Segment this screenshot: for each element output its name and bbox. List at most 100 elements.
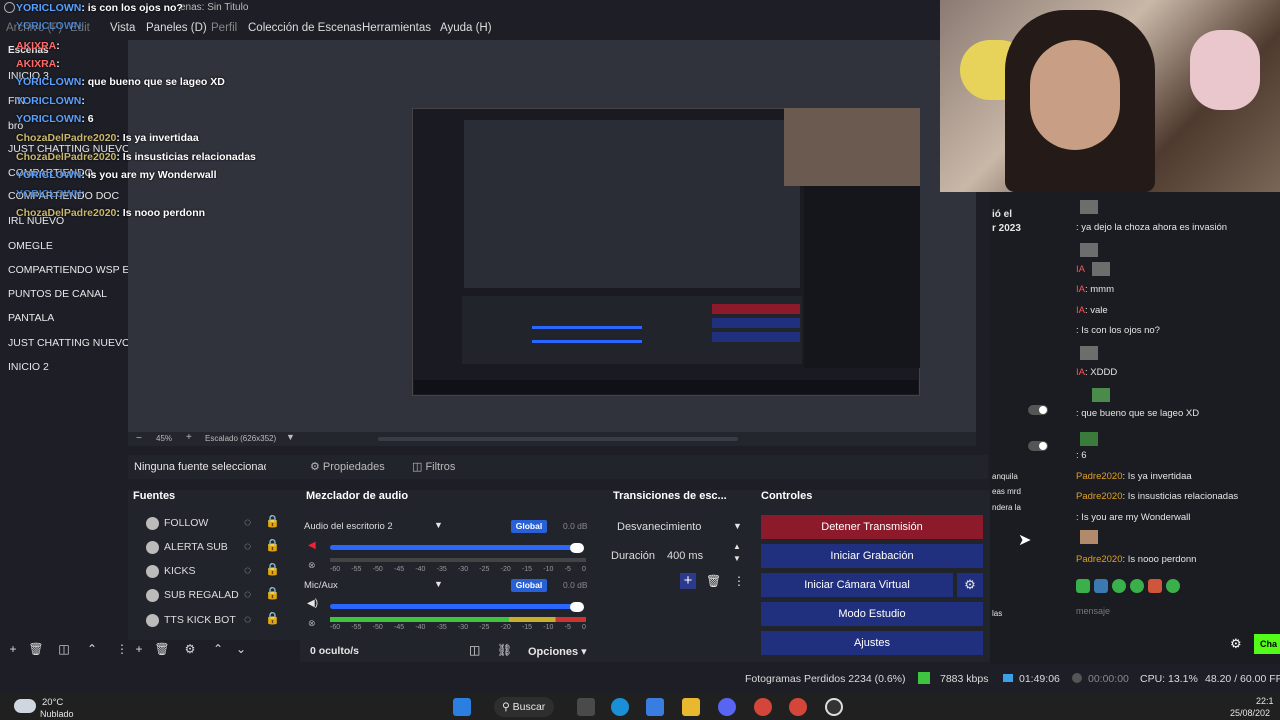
start-virtual-camera-button[interactable]: Iniciar Cámara Virtual <box>761 573 953 597</box>
muted-speaker-icon[interactable]: ◀ <box>308 540 316 551</box>
scene-item[interactable]: PANTALA <box>8 312 54 324</box>
toggle-switch[interactable] <box>1028 405 1048 415</box>
obs-icon[interactable] <box>825 698 843 716</box>
menu-tools[interactable]: Herramientas <box>362 22 431 34</box>
volume-knob[interactable] <box>570 543 584 553</box>
chevron-down-icon[interactable]: ▼ <box>733 521 742 531</box>
zoom-bar: − 45% + Escalado (626x352) ▼ <box>128 432 976 446</box>
add-transition-icon[interactable]: + <box>680 573 696 589</box>
meter-ticks: -60 -55 -50 -45 -40 -35 -30 -25 -20 -15 -10 -5 0 <box>330 624 586 631</box>
chat-input[interactable]: mensaje <box>1076 606 1110 616</box>
volume-slider[interactable] <box>330 545 580 550</box>
trash-icon[interactable]: 🗑 <box>28 642 44 658</box>
record-icon <box>1072 673 1082 683</box>
lock-icon[interactable]: 🔒 <box>265 514 280 528</box>
link-icon[interactable]: ⛓ <box>497 643 512 657</box>
scene-item[interactable]: INICIO 2 <box>8 361 49 373</box>
source-toolbar: Ninguna fuente seleccionada ⚙ Propiedade… <box>128 455 988 479</box>
lock-icon[interactable]: 🔒 <box>265 586 280 600</box>
gear-icon[interactable]: ⚙ <box>1230 636 1242 652</box>
chat-send-button[interactable]: Cha <box>1254 634 1280 654</box>
menu-view[interactable]: Vista <box>110 22 135 34</box>
volume-slider[interactable] <box>330 604 580 609</box>
settings-button[interactable]: Ajustes <box>761 631 983 655</box>
start-recording-button[interactable]: Iniciar Grabación <box>761 544 983 568</box>
chevron-up-icon[interactable]: ⌃ <box>84 642 100 658</box>
chevron-down-icon[interactable]: ⌄ <box>233 642 249 658</box>
options-button[interactable]: Opciones ▾ <box>528 645 587 658</box>
chevron-down-icon[interactable]: ▼ <box>434 520 443 530</box>
properties-button[interactable]: ⚙ Propiedades <box>310 460 385 473</box>
menu-help[interactable]: Ayuda (H) <box>440 22 492 34</box>
eye-icon[interactable]: ◌ <box>244 587 251 601</box>
chevron-down-icon[interactable]: ▼ <box>434 579 443 589</box>
windows-taskbar: 20°C Nublado ⚲ Buscar 22:1 25/08/202 <box>0 694 1280 720</box>
dropped-frames: Fotogramas Perdidos 2234 (0.6%) <box>745 673 906 685</box>
store-icon[interactable] <box>646 698 664 716</box>
db-readout: 0.0 dB <box>563 580 588 590</box>
gear-icon: ⚙ <box>310 461 323 473</box>
weather-desc: Nublado <box>40 709 74 719</box>
scene-item[interactable]: OMEGLE <box>8 240 53 252</box>
more-icon[interactable]: ⋮ <box>114 642 130 658</box>
emote <box>1080 432 1098 446</box>
record-time: 00:00:00 <box>1088 673 1129 685</box>
meter-ticks: -60 -55 -50 -45 -40 -35 -30 -25 -20 -15 -10 -5 0 <box>330 566 586 573</box>
windows-start-icon[interactable] <box>453 698 471 716</box>
filter-icon[interactable]: ◫ <box>56 642 72 658</box>
horizontal-scrollbar[interactable] <box>378 437 738 441</box>
live-time: 01:49:06 <box>1019 673 1060 685</box>
lock-icon[interactable]: 🔒 <box>265 538 280 552</box>
studio-mode-button[interactable]: Modo Estudio <box>761 602 983 626</box>
lock-icon[interactable]: 🔒 <box>265 562 280 576</box>
stepper-down-icon[interactable]: ▼ <box>733 554 741 563</box>
add-scene-icon[interactable]: + <box>5 642 21 658</box>
chrome-icon[interactable] <box>789 698 807 716</box>
gear-icon[interactable]: ⚙ <box>957 573 983 597</box>
scene-item[interactable]: JUST CHATTING NUEVO <box>8 337 130 349</box>
zoom-percent: 45% <box>156 434 173 443</box>
background-text: ió el <box>992 209 1013 220</box>
taskbar-search[interactable]: ⚲ Buscar <box>494 697 554 717</box>
explorer-icon[interactable] <box>682 698 700 716</box>
trash-icon[interactable]: 🗑 <box>706 574 721 588</box>
stepper-up-icon[interactable]: ▲ <box>733 542 741 551</box>
eye-icon[interactable]: ◌ <box>244 515 251 529</box>
bottom-toolbar: + 🗑 ◫ ⌃ ⋮ + 🗑 ⚙ ⌃ ⌄ <box>0 640 300 662</box>
layout-icon[interactable]: ◫ <box>469 643 480 657</box>
chrome-icon[interactable] <box>754 698 772 716</box>
eye-icon[interactable]: ◌ <box>244 539 251 553</box>
menu-profile[interactable]: Perfil <box>211 22 237 34</box>
scene-item[interactable]: PUNTOS DE CANAL <box>8 288 107 300</box>
eye-icon[interactable]: ◌ <box>244 612 251 626</box>
emote <box>1076 579 1090 593</box>
settings-icon[interactable]: ⊗ <box>308 618 316 629</box>
transition-select[interactable]: Desvanecimiento <box>617 521 701 533</box>
chevron-down-icon[interactable]: ▼ <box>286 432 295 442</box>
zoom-in-icon[interactable]: + <box>186 432 192 443</box>
eye-icon[interactable]: ◌ <box>244 563 251 577</box>
toggle-switch[interactable] <box>1028 441 1048 451</box>
task-view-icon[interactable] <box>577 698 595 716</box>
duration-input[interactable]: 400 ms <box>667 550 703 562</box>
speaker-icon[interactable]: ◀) <box>307 598 318 609</box>
trash-icon[interactable]: 🗑 <box>154 642 170 658</box>
zoom-out-icon[interactable]: − <box>136 433 142 444</box>
more-icon[interactable]: ⋮ <box>733 574 745 588</box>
global-badge: Global <box>511 520 547 533</box>
cpu-usage: CPU: 13.1% <box>1140 673 1198 685</box>
add-source-icon[interactable]: + <box>131 642 147 658</box>
settings-icon[interactable]: ⊗ <box>308 560 316 571</box>
chat-message: : Is con los ojos no? <box>1076 325 1160 336</box>
discord-icon[interactable] <box>718 698 736 716</box>
chevron-up-icon[interactable]: ⌃ <box>210 642 226 658</box>
edge-icon[interactable] <box>611 698 629 716</box>
lock-icon[interactable]: 🔒 <box>265 611 280 625</box>
menu-scene-collection[interactable]: Colección de Escenas <box>248 22 362 34</box>
filters-button[interactable]: ◫ Filtros <box>412 460 455 473</box>
stop-streaming-button[interactable]: Detener Transmisión <box>761 515 983 539</box>
menu-panels[interactable]: Paneles (D) <box>146 22 207 34</box>
scene-item[interactable]: COMPARTIENDO WSP E <box>8 264 129 276</box>
gear-icon[interactable]: ⚙ <box>182 642 198 658</box>
volume-knob[interactable] <box>570 602 584 612</box>
